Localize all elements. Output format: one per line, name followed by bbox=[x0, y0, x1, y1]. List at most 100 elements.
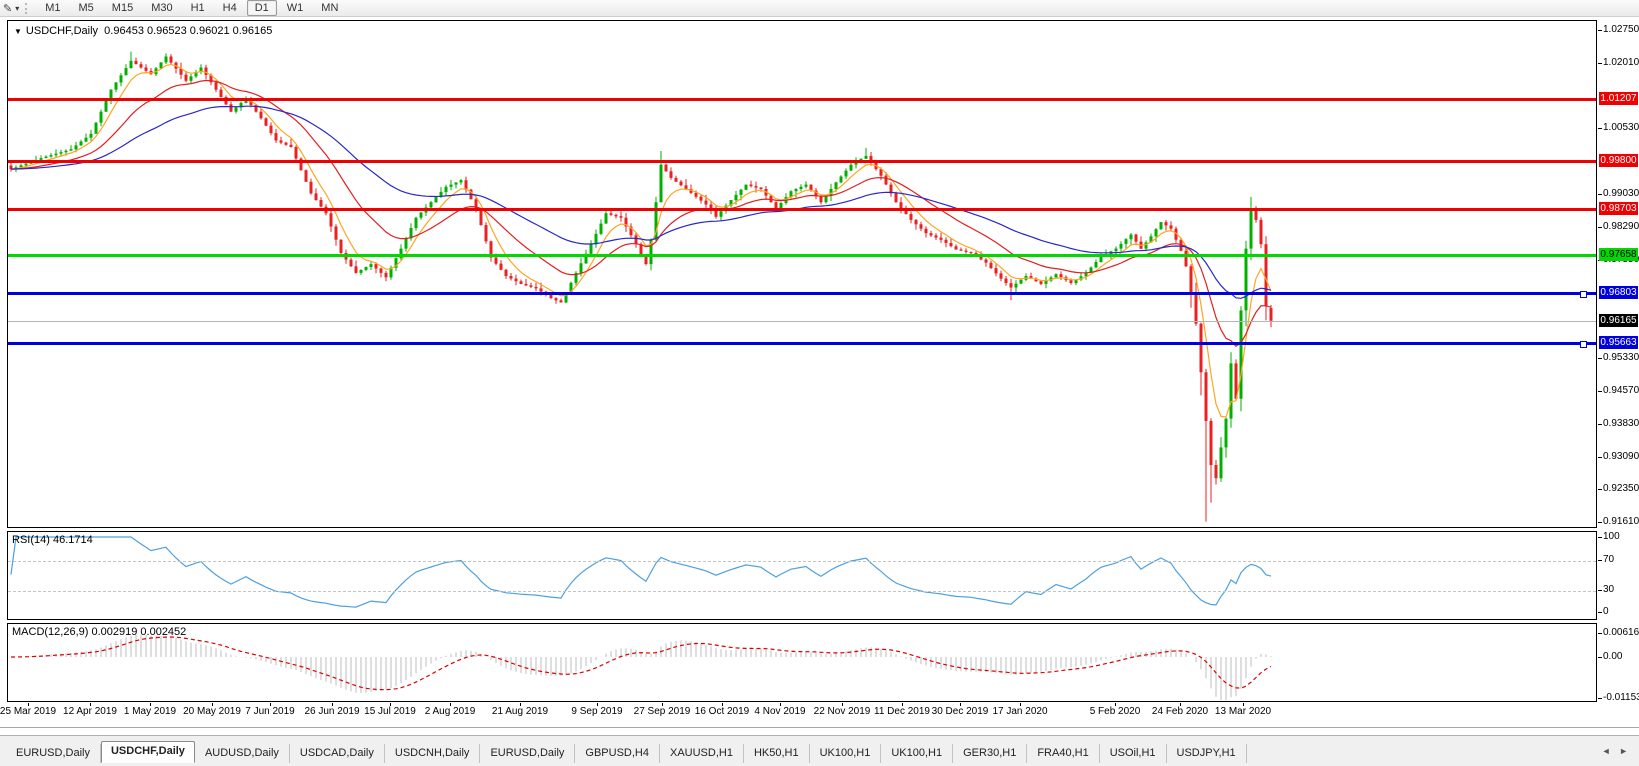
collapse-triangle-icon[interactable]: ▼ bbox=[14, 27, 22, 36]
mt4-window: { "toolbar": { "drawing_tool_icon": "✎",… bbox=[0, 0, 1639, 765]
scroll-right-icon[interactable]: ► bbox=[1616, 746, 1631, 756]
timeframe-button-m1[interactable]: M1 bbox=[37, 0, 68, 16]
ma-fast-line bbox=[11, 65, 1271, 417]
date-axis[interactable]: 25 Mar 201912 Apr 20191 May 201920 May 2… bbox=[7, 703, 1597, 721]
horizontal-line-0.99800[interactable] bbox=[8, 160, 1596, 163]
chart-title: ▼USDCHF,Daily 0.96453 0.96523 0.96021 0.… bbox=[14, 25, 272, 37]
macd-scale-label: 0.00 bbox=[1603, 651, 1622, 663]
chart-tab-fra40-h1[interactable]: FRA40,H1 bbox=[1027, 744, 1099, 763]
date-tick-label: 27 Sep 2019 bbox=[634, 706, 691, 717]
axis-tick-mark bbox=[1598, 457, 1602, 458]
price-tick-label: 0.95330 bbox=[1603, 352, 1639, 364]
timeframe-button-m15[interactable]: M15 bbox=[104, 0, 141, 16]
date-tick-label: 15 Jul 2019 bbox=[364, 706, 416, 717]
macd-panel[interactable]: MACD(12,26,9) 0.002919 0.002452 bbox=[7, 623, 1597, 702]
timeframe-button-mn[interactable]: MN bbox=[313, 0, 346, 16]
chart-tab-uk100-h1[interactable]: UK100,H1 bbox=[810, 744, 882, 763]
price-badge-0.95663: 0.95663 bbox=[1599, 336, 1638, 349]
axis-tick-mark bbox=[1598, 657, 1602, 658]
price-tick-label: 1.00530 bbox=[1603, 122, 1639, 134]
macd-histogram-chart[interactable] bbox=[8, 624, 1596, 701]
price-badge-0.98703: 0.98703 bbox=[1599, 202, 1638, 215]
date-tick-label: 17 Jan 2020 bbox=[992, 706, 1047, 717]
chart-tab-eurusd-daily[interactable]: EURUSD,Daily bbox=[6, 744, 101, 763]
separator-line bbox=[0, 727, 1639, 729]
horizontal-line-0.97658[interactable] bbox=[8, 254, 1596, 257]
price-chart-panel[interactable]: ▼USDCHF,Daily 0.96453 0.96523 0.96021 0.… bbox=[7, 20, 1597, 528]
date-tick-label: 4 Nov 2019 bbox=[754, 706, 805, 717]
timeframe-button-w1[interactable]: W1 bbox=[279, 0, 312, 16]
date-tick-label: 13 Mar 2020 bbox=[1215, 706, 1271, 717]
axis-tick-mark bbox=[1598, 633, 1602, 634]
price-axis[interactable]: 1.027501.020101.005300.990300.982900.975… bbox=[1598, 20, 1639, 702]
axis-tick-mark bbox=[1598, 391, 1602, 392]
chart-tab-audusd-daily[interactable]: AUDUSD,Daily bbox=[195, 744, 290, 763]
chart-tab-xauusd-h1[interactable]: XAUUSD,H1 bbox=[660, 744, 744, 763]
ma-slow-line bbox=[11, 106, 1271, 298]
scroll-left-icon[interactable]: ◄ bbox=[1599, 746, 1614, 756]
chart-tab-eurusd-daily[interactable]: EURUSD,Daily bbox=[480, 744, 575, 763]
price-tick-label: 0.99030 bbox=[1603, 188, 1639, 200]
price-tick-label: 0.93830 bbox=[1603, 418, 1639, 430]
price-tick-label: 0.91610 bbox=[1603, 516, 1639, 528]
price-badge-0.96803: 0.96803 bbox=[1599, 286, 1638, 299]
date-tick-label: 1 May 2019 bbox=[124, 706, 176, 717]
chart-tab-usdchf-daily[interactable]: USDCHF,Daily bbox=[101, 741, 195, 763]
timeframe-button-d1[interactable]: D1 bbox=[247, 0, 277, 16]
price-tick-label: 1.02010 bbox=[1603, 57, 1639, 69]
date-tick-label: 7 Jun 2019 bbox=[245, 706, 295, 717]
toolbar-grip[interactable] bbox=[25, 3, 30, 14]
axis-tick-mark bbox=[1598, 489, 1602, 490]
date-tick-label: 24 Feb 2020 bbox=[1152, 706, 1208, 717]
date-tick-label: 9 Sep 2019 bbox=[571, 706, 622, 717]
chart-tab-usdcad-daily[interactable]: USDCAD,Daily bbox=[290, 744, 385, 763]
timeframe-button-h1[interactable]: H1 bbox=[183, 0, 213, 16]
macd-scale-label: 0.006167 bbox=[1603, 627, 1639, 639]
horizontal-line-1.01207[interactable] bbox=[8, 98, 1596, 101]
chart-tab-ger30-h1[interactable]: GER30,H1 bbox=[953, 744, 1027, 763]
horizontal-line-0.98703[interactable] bbox=[8, 208, 1596, 211]
price-tick-label: 0.93090 bbox=[1603, 451, 1639, 463]
drawing-tool-icon[interactable]: ✎ bbox=[0, 2, 15, 15]
timeframe-button-h4[interactable]: H4 bbox=[215, 0, 245, 16]
date-tick-label: 12 Apr 2019 bbox=[63, 706, 117, 717]
rsi-panel[interactable]: RSI(14) 46.1714 bbox=[7, 531, 1597, 620]
rsi-line-chart[interactable] bbox=[8, 532, 1596, 619]
rsi-level-70 bbox=[8, 561, 1596, 562]
date-tick-label: 30 Dec 2019 bbox=[932, 706, 989, 717]
ma-mid-line bbox=[11, 81, 1271, 347]
chart-tabs-bar: EURUSD,DailyUSDCHF,DailyAUDUSD,DailyUSDC… bbox=[0, 735, 1639, 766]
toolbar: ✎ ▾ M1M5M15M30H1H4D1W1MN bbox=[0, 0, 1639, 17]
axis-tick-mark bbox=[1598, 424, 1602, 425]
timeframe-button-m5[interactable]: M5 bbox=[71, 0, 102, 16]
rsi-scale-label: 0 bbox=[1603, 606, 1609, 618]
macd-scale-label: -0.011531 bbox=[1603, 692, 1639, 704]
rsi-scale-label: 100 bbox=[1603, 531, 1620, 543]
date-tick-label: 11 Dec 2019 bbox=[874, 706, 930, 717]
chevron-down-icon[interactable]: ▾ bbox=[15, 4, 23, 13]
chart-tab-usdcnh-daily[interactable]: USDCNH,Daily bbox=[385, 744, 481, 763]
price-tick-label: 0.92350 bbox=[1603, 483, 1639, 495]
line-handle[interactable] bbox=[1580, 341, 1587, 348]
rsi-scale-label: 30 bbox=[1603, 584, 1614, 596]
price-badge-0.97658: 0.97658 bbox=[1599, 248, 1638, 261]
chart-tab-usdjpy-h1[interactable]: USDJPY,H1 bbox=[1167, 744, 1247, 763]
chart-tab-usoil-h1[interactable]: USOil,H1 bbox=[1100, 744, 1167, 763]
chart-ohlc-values: 0.96453 0.96523 0.96021 0.96165 bbox=[104, 25, 272, 37]
chart-tab-gbpusd-h4[interactable]: GBPUSD,H4 bbox=[575, 744, 660, 763]
current-price-line bbox=[8, 321, 1596, 322]
date-tick-label: 2 Aug 2019 bbox=[425, 706, 476, 717]
date-tick-label: 25 Mar 2019 bbox=[0, 706, 56, 717]
timeframe-button-m30[interactable]: M30 bbox=[143, 0, 180, 16]
chart-tab-hk50-h1[interactable]: HK50,H1 bbox=[744, 744, 810, 763]
chart-tabs: EURUSD,DailyUSDCHF,DailyAUDUSD,DailyUSDC… bbox=[6, 739, 1591, 763]
chart-tab-uk100-h1[interactable]: UK100,H1 bbox=[881, 744, 953, 763]
axis-tick-mark bbox=[1598, 227, 1602, 228]
axis-tick-mark bbox=[1598, 522, 1602, 523]
line-handle[interactable] bbox=[1580, 291, 1587, 298]
horizontal-line-0.96803[interactable] bbox=[8, 292, 1596, 295]
macd-label: MACD(12,26,9) 0.002919 0.002452 bbox=[12, 626, 186, 638]
candlestick-chart[interactable] bbox=[8, 21, 1596, 527]
rsi-label: RSI(14) 46.1714 bbox=[12, 534, 93, 546]
horizontal-line-0.95663[interactable] bbox=[8, 342, 1596, 345]
